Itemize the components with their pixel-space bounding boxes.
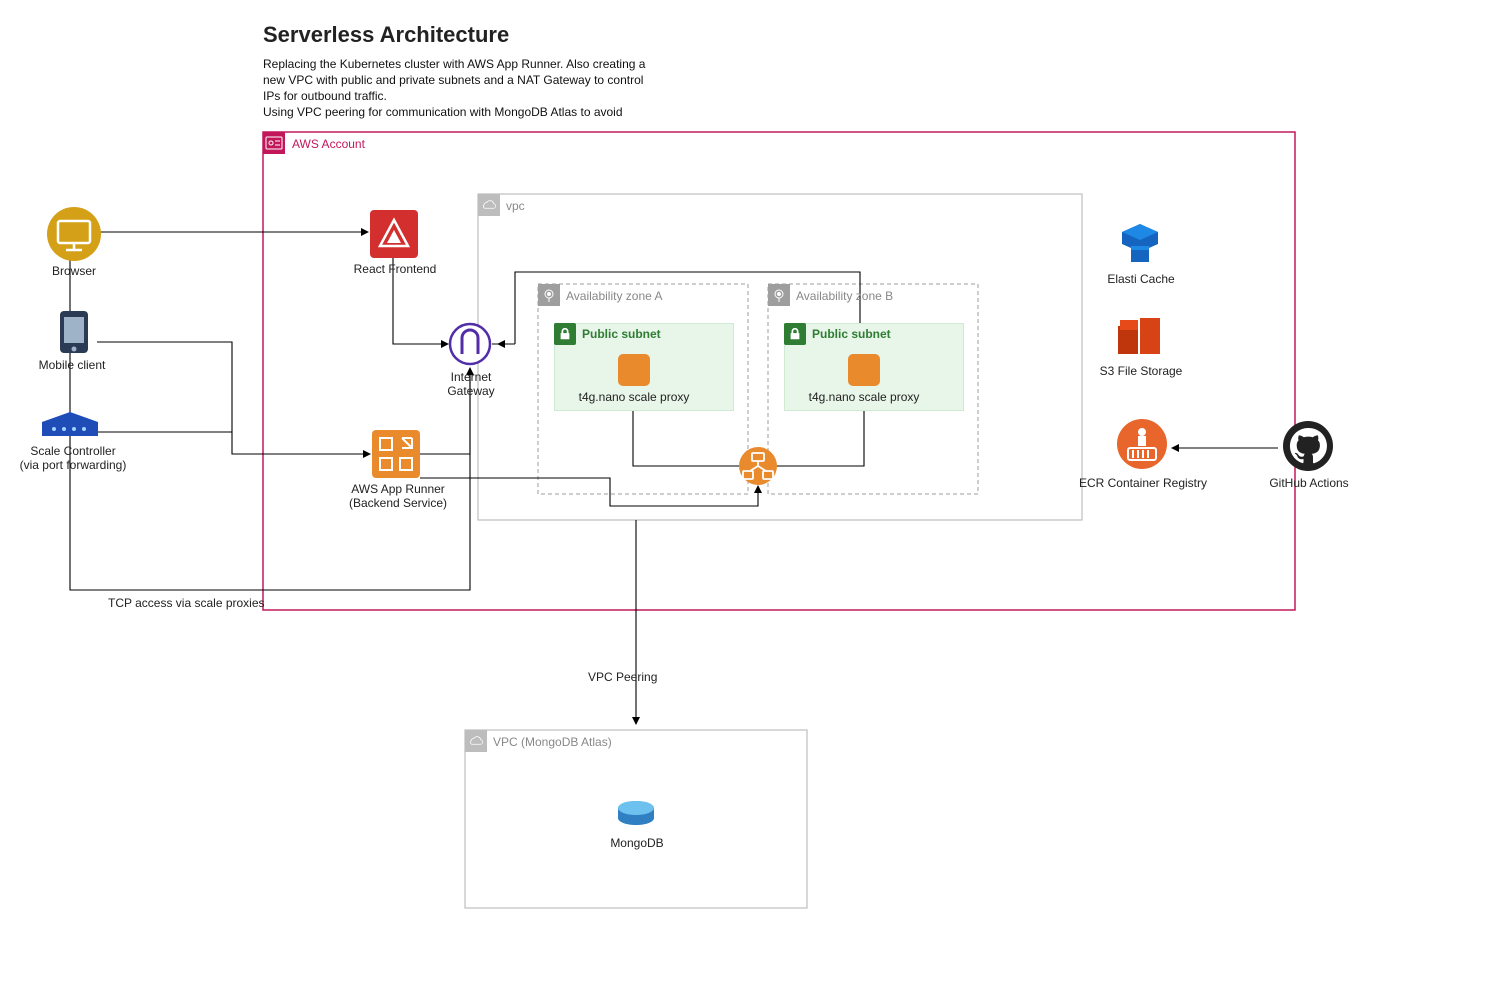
az-a-label: Availability zone A — [566, 289, 663, 303]
app-runner-label: AWS App Runner (Backend Service) — [340, 482, 456, 510]
s3-label: S3 File Storage — [1094, 364, 1188, 378]
proxy-b-icon — [848, 354, 880, 386]
public-subnet-a-label: Public subnet — [582, 327, 661, 341]
ecr-label: ECR Container Registry — [1072, 476, 1214, 490]
edge-apprunner-lb — [420, 478, 758, 506]
ecr-icon — [1116, 418, 1168, 470]
scale-controller-label: Scale Controller (via port forwarding) — [8, 444, 138, 472]
vpc-label: vpc — [506, 199, 525, 213]
mobile-icon — [52, 310, 96, 354]
aws-account-label: AWS Account — [292, 137, 365, 151]
github-label: GitHub Actions — [1262, 476, 1356, 490]
mongo-vpc-label: VPC (MongoDB Atlas) — [493, 735, 612, 749]
lock-icon — [784, 323, 806, 345]
s3-icon — [1116, 312, 1164, 360]
browser-label: Browser — [38, 264, 110, 278]
proxy-a-icon — [618, 354, 650, 386]
react-frontend-icon — [370, 210, 418, 258]
az-b-label: Availability zone B — [796, 289, 893, 303]
mobile-label: Mobile client — [32, 358, 112, 372]
internet-gateway-label: Internet Gateway — [428, 370, 514, 398]
internet-gateway-icon — [448, 322, 492, 366]
elasticache-label: Elasti Cache — [1100, 272, 1182, 286]
load-balancer-icon — [738, 446, 778, 486]
github-icon — [1282, 420, 1334, 472]
diagram-svg — [0, 0, 1506, 1001]
proxy-a-label: t4g.nano scale proxy — [570, 390, 698, 404]
public-subnet-b-label: Public subnet — [812, 327, 891, 341]
mongodb-icon — [616, 800, 656, 830]
edge-mobile-apprunner — [97, 342, 370, 454]
browser-icon — [46, 206, 102, 262]
lock-icon — [554, 323, 576, 345]
proxy-b-label: t4g.nano scale proxy — [800, 390, 928, 404]
react-frontend-label: React Frontend — [348, 262, 442, 276]
edge-browser-igw-long — [70, 260, 470, 590]
app-runner-icon — [372, 430, 420, 478]
elasticache-icon — [1116, 220, 1164, 268]
scale-controller-icon — [42, 412, 98, 440]
mongodb-label: MongoDB — [600, 836, 674, 850]
vpc-peering-label: VPC Peering — [588, 670, 688, 684]
tcp-access-label: TCP access via scale proxies — [108, 596, 308, 610]
